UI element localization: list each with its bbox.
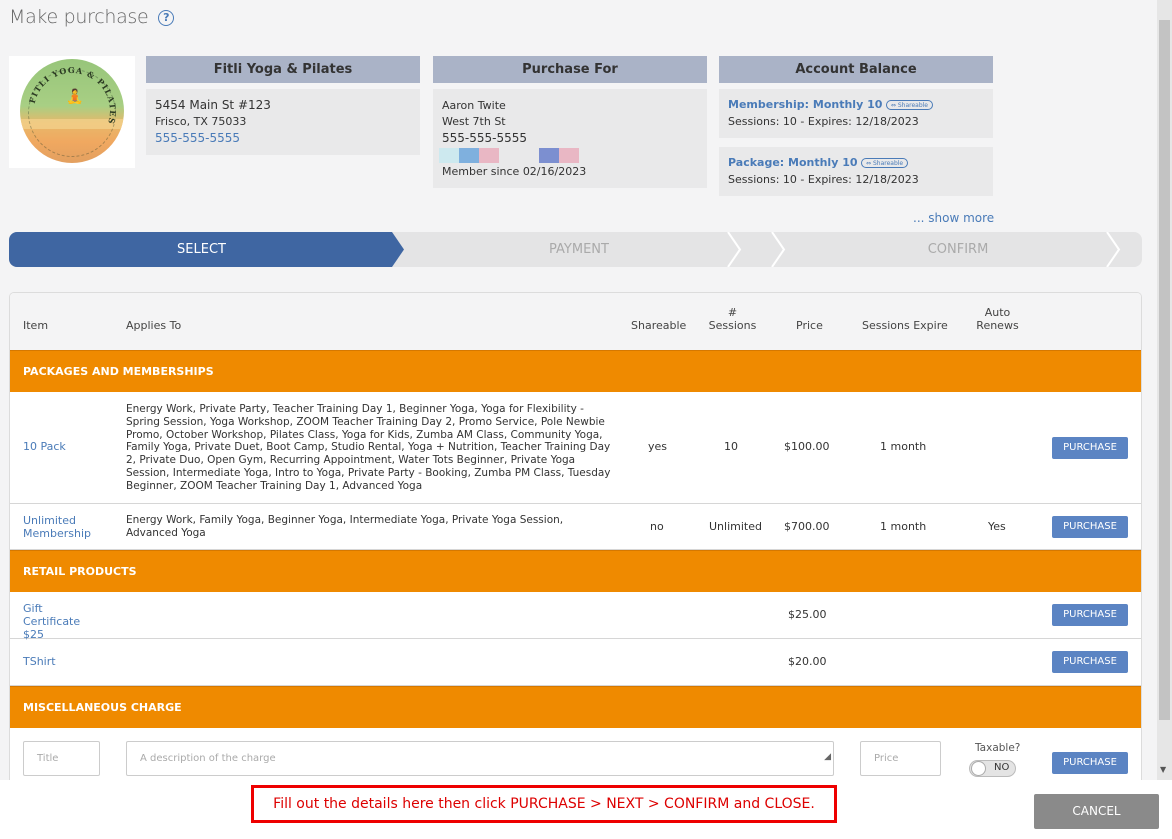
client-name: Aaron Twite (442, 99, 506, 112)
purchase-steps: SELECT PAYMENT CONFIRM (9, 232, 1142, 267)
product-sessions: 10 (724, 440, 738, 453)
purchase-button[interactable]: PURCHASE (1052, 604, 1128, 626)
products-table: Item Applies To Shareable # Sessions Pric… (9, 292, 1142, 780)
balance-item-title: Package: Monthly 10 ⇔ Shareable (728, 156, 909, 169)
product-applies-to: Energy Work, Family Yoga, Beginner Yoga,… (126, 514, 564, 539)
product-name-link[interactable]: Gift Certificate $25 (23, 602, 103, 641)
toggle-value: NO (994, 762, 1010, 773)
client-color-swatch (539, 148, 559, 163)
logo-disc: 🧘 FITLI YOGA & PILATES (20, 59, 124, 163)
product-expire: 1 month (880, 520, 927, 533)
instruction-note: Fill out the details here then click PUR… (251, 785, 837, 823)
product-shareable: no (650, 520, 664, 533)
purchase-for-header: Purchase For (433, 56, 707, 83)
misc-price-input[interactable]: Price (860, 741, 941, 776)
purchase-button[interactable]: PURCHASE (1052, 516, 1128, 538)
purchase-for-card: Aaron Twite West 7th St 555-555-5555 Mem… (433, 89, 707, 188)
page-title: Make purchase ? (9, 6, 175, 28)
col-item: Item (23, 319, 49, 332)
product-price: $100.00 (784, 440, 830, 453)
account-balance-header: Account Balance (719, 56, 993, 83)
shareable-tag: ⇔ Shareable (861, 158, 909, 168)
col-sessions-expire: Sessions Expire (862, 319, 948, 332)
client-phone: 555-555-5555 (442, 131, 528, 145)
toggle-knob (971, 761, 986, 776)
shareable-tag: ⇔ Shareable (885, 100, 933, 110)
client-color-swatch (559, 148, 579, 163)
misc-title-input[interactable]: Title (23, 741, 100, 776)
section-packages: PACKAGES AND MEMBERSHIPS (10, 350, 1141, 392)
member-since: Member since 02/16/2023 (442, 165, 587, 178)
product-auto-renews: Yes (988, 520, 1006, 533)
taxable-toggle[interactable]: NO (969, 760, 1016, 777)
taxable-label: Taxable? (975, 742, 1021, 754)
step-select[interactable]: SELECT (9, 232, 394, 267)
studio-logo: 🧘 FITLI YOGA & PILATES (9, 56, 135, 168)
purchase-button[interactable]: PURCHASE (1052, 752, 1128, 774)
product-name-link[interactable]: TShirt (23, 655, 56, 668)
col-auto-renews: Auto Renews (976, 306, 1019, 332)
table-row: Unlimited Membership Energy Work, Family… (10, 504, 1141, 550)
studio-info-card: 5454 Main St #123 Frisco, TX 75033 555-5… (146, 89, 420, 155)
misc-description-textarea[interactable]: A description of the charge ◢ (126, 741, 834, 776)
client-color-swatch (479, 148, 499, 163)
table-header: Item Applies To Shareable # Sessions Pric… (10, 293, 1141, 351)
col-sessions: # Sessions (708, 306, 757, 332)
col-shareable: Shareable (631, 319, 687, 332)
question-circle-icon[interactable]: ? (158, 10, 175, 26)
section-misc: MISCELLANEOUS CHARGE (10, 686, 1141, 728)
studio-address-line2: Frisco, TX 75033 (155, 115, 247, 128)
product-price: $25.00 (788, 608, 827, 621)
product-price: $700.00 (784, 520, 830, 533)
client-color-swatch (439, 148, 459, 163)
page-title-text: Make purchase (9, 6, 149, 28)
svg-text:FITLI YOGA & PILATES: FITLI YOGA & PILATES (27, 65, 118, 126)
scrollbar-thumb[interactable] (1159, 20, 1170, 720)
balance-item-name[interactable]: Package: Monthly 10 (728, 156, 858, 169)
section-retail: RETAIL PRODUCTS (10, 550, 1141, 592)
step-payment[interactable]: PAYMENT (394, 232, 764, 267)
product-sessions: Unlimited (709, 520, 762, 533)
table-row: Gift Certificate $25 $25.00 PURCHASE (10, 592, 1141, 641)
product-expire: 1 month (880, 440, 927, 453)
studio-name-header: Fitli Yoga & Pilates (146, 56, 420, 83)
client-street: West 7th St (442, 115, 506, 128)
col-price: Price (796, 319, 823, 332)
col-applies-to: Applies To (126, 319, 182, 332)
purchase-button[interactable]: PURCHASE (1052, 437, 1128, 459)
logo-ring-text: FITLI YOGA & PILATES (27, 65, 118, 126)
balance-item-name[interactable]: Membership: Monthly 10 (728, 98, 882, 111)
studio-address-line1: 5454 Main St #123 (155, 98, 271, 112)
vertical-scrollbar[interactable]: ▼ (1157, 0, 1172, 780)
product-name-link[interactable]: Unlimited Membership (23, 514, 103, 540)
purchase-button[interactable]: PURCHASE (1052, 651, 1128, 673)
step-confirm[interactable]: CONFIRM (769, 232, 1142, 267)
product-shareable: yes (648, 440, 668, 453)
balance-item: Package: Monthly 10 ⇔ Shareable Sessions… (719, 147, 993, 196)
client-color-swatch (459, 148, 479, 163)
balance-item-title: Membership: Monthly 10 ⇔ Shareable (728, 98, 933, 111)
scroll-down-arrow-icon[interactable]: ▼ (1160, 765, 1166, 774)
table-row: TShirt $20.00 PURCHASE (10, 639, 1141, 686)
resize-handle-icon[interactable]: ◢ (824, 741, 831, 774)
cancel-button[interactable]: CANCEL (1034, 794, 1159, 829)
product-name-link[interactable]: 10 Pack (23, 440, 66, 453)
balance-item-detail: Sessions: 10 - Expires: 12/18/2023 (728, 173, 919, 186)
studio-phone-link[interactable]: 555-555-5555 (155, 131, 240, 145)
show-more-link[interactable]: ... show more (913, 211, 994, 225)
table-row: 10 Pack Energy Work, Private Party, Teac… (10, 393, 1141, 504)
balance-item: Membership: Monthly 10 ⇔ Shareable Sessi… (719, 89, 993, 138)
product-applies-to: Energy Work, Private Party, Teacher Trai… (126, 403, 611, 492)
product-price: $20.00 (788, 655, 827, 668)
balance-item-detail: Sessions: 10 - Expires: 12/18/2023 (728, 115, 919, 128)
